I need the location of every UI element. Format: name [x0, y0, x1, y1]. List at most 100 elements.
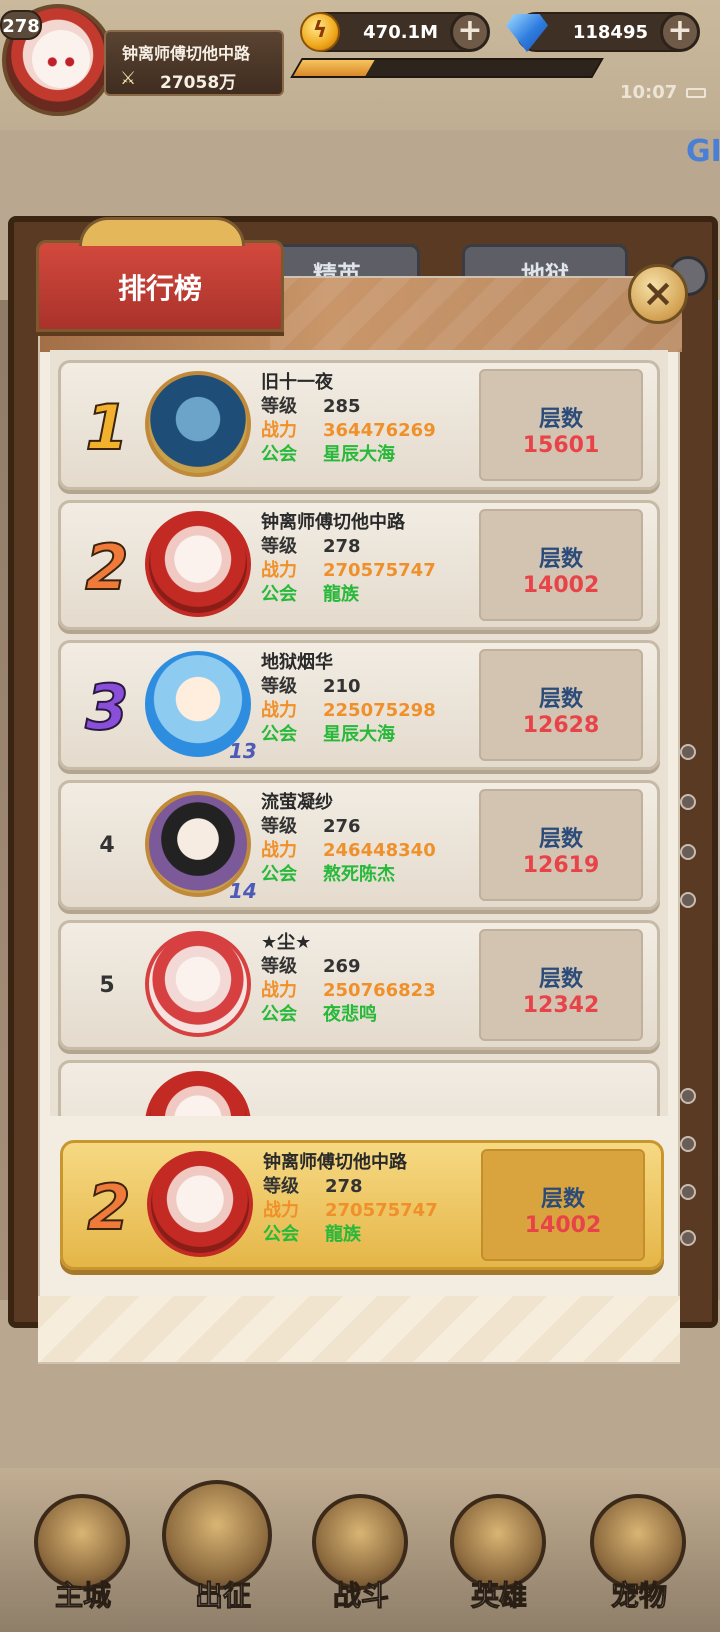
- crossed-swords-icon: ⚔: [120, 68, 137, 89]
- player-avatar[interactable]: [145, 511, 251, 617]
- score-box: 层数 12619: [479, 789, 643, 901]
- score-label: 层数: [538, 547, 583, 572]
- close-button[interactable]: ×: [628, 264, 688, 324]
- diamond-icon: [506, 14, 548, 52]
- rivet: [680, 1230, 696, 1246]
- panel-footer: [38, 1296, 680, 1362]
- guild-label: 公会: [261, 724, 297, 745]
- power-value: 250766823: [323, 980, 436, 1001]
- nav-expedition[interactable]: 出征: [162, 1480, 278, 1624]
- guild-label: 公会: [261, 444, 297, 465]
- player-avatar[interactable]: [145, 1071, 251, 1116]
- rivet: [680, 1136, 696, 1152]
- player-info: 钟离师傅切他中路 等级 278 战力 270575747 公会 龍族: [261, 511, 436, 607]
- nav-battle[interactable]: 战斗: [306, 1494, 416, 1624]
- ranking-row[interactable]: 5 ★尘★ 等级 269 战力 250766823 公会 夜悲鸣 层数 12342: [58, 920, 660, 1050]
- my-rank-row[interactable]: 2 钟离师傅切他中路 等级 278 战力 270575747 公会 龍族 层数 140…: [60, 1140, 664, 1270]
- rank-number: 4: [99, 833, 115, 858]
- my-guild-value: 龍族: [325, 1224, 361, 1245]
- guild-value: 星辰大海: [323, 724, 395, 745]
- player-name: 流萤凝纱: [261, 792, 333, 813]
- player-name: 钟离师傅切他中路: [122, 44, 251, 63]
- ranking-list[interactable]: 1 旧十一夜 等级 285 战力 364476269 公会 星辰大海 层数 15601…: [50, 350, 668, 1116]
- score-box: 层数 12342: [479, 929, 643, 1041]
- nav-heroes-label: 英雄: [470, 1579, 527, 1613]
- score-value: 12342: [522, 993, 600, 1018]
- my-name: 钟离师傅切他中路: [263, 1152, 407, 1173]
- my-avatar[interactable]: [147, 1151, 253, 1257]
- player-power: 27058万: [160, 73, 237, 93]
- player-info: 旧十一夜 等级 285 战力 364476269 公会 星辰大海: [261, 371, 436, 467]
- nav-battle-label: 战斗: [332, 1579, 389, 1613]
- bottom-nav: 主城 出征 战斗 英雄 宠物: [0, 1468, 720, 1632]
- corner-text: GI: [686, 134, 720, 169]
- score-box: 层数 15601: [479, 369, 643, 481]
- rivet: [680, 1088, 696, 1104]
- my-level-value: 278: [325, 1176, 363, 1197]
- experience-bar: [290, 58, 604, 78]
- my-rank-number: 2: [86, 1170, 131, 1245]
- title-ribbon: 排行榜: [36, 217, 284, 332]
- player-info: ★尘★ 等级 269 战力 250766823 公会 夜悲鸣: [261, 931, 436, 1027]
- rivet: [680, 892, 696, 908]
- ranking-row[interactable]: 2 钟离师傅切他中路 等级 278 战力 270575747 公会 龍族 层数 140…: [58, 500, 660, 630]
- rank-number: 2: [84, 530, 129, 605]
- player-name: ★尘★: [261, 932, 312, 953]
- battery-icon: [686, 88, 706, 98]
- ranking-row[interactable]: 4 14 流萤凝纱 等级 276 战力 246448340 公会 熬死陈杰 层数 12…: [58, 780, 660, 910]
- guild-label: 公会: [261, 1004, 297, 1025]
- ranking-row-partial[interactable]: [58, 1060, 660, 1116]
- clock: 10:07: [620, 82, 678, 103]
- score-value: 12628: [522, 713, 600, 738]
- player-info: 地狱烟华 等级 210 战力 225075298 公会 星辰大海: [261, 651, 436, 747]
- experience-fill: [293, 60, 375, 76]
- score-label: 层数: [538, 407, 583, 432]
- level-value: 210: [323, 676, 361, 697]
- guild-label: 公会: [261, 864, 297, 885]
- player-name: 钟离师傅切他中路: [261, 512, 405, 533]
- player-name: 地狱烟华: [261, 652, 333, 673]
- player-info-plate[interactable]: 钟离师傅切他中路 ⚔ 27058万: [104, 30, 284, 96]
- gold-counter: ϟ 470.1M +: [300, 12, 490, 52]
- add-gems-button[interactable]: +: [660, 12, 700, 52]
- player-avatar[interactable]: [145, 371, 251, 477]
- my-info: 钟离师傅切他中路 等级 278 战力 270575747 公会 龍族: [263, 1151, 438, 1247]
- player-avatar[interactable]: [145, 931, 251, 1037]
- gold-value: 470.1M: [363, 22, 438, 43]
- power-label: 战力: [261, 700, 297, 721]
- level-value: 269: [323, 956, 361, 977]
- nav-heroes[interactable]: 英雄: [444, 1494, 554, 1624]
- guild-value: 夜悲鸣: [323, 1004, 377, 1025]
- avatar-badge: 14: [229, 879, 257, 903]
- level-label: 等级: [261, 816, 297, 837]
- add-gold-button[interactable]: +: [450, 12, 490, 52]
- gem-counter: 118495 +: [506, 12, 700, 52]
- guild-label: 公会: [263, 1224, 299, 1245]
- nav-home[interactable]: 主城: [28, 1494, 138, 1624]
- rivet: [680, 1184, 696, 1200]
- level-value: 276: [323, 816, 361, 837]
- rank-number: 5: [99, 973, 115, 998]
- power-label: 战力: [261, 980, 297, 1001]
- player-level-badge: 278: [0, 10, 42, 40]
- level-value: 285: [323, 396, 361, 417]
- gem-value: 118495: [572, 22, 648, 43]
- power-label: 战力: [261, 840, 297, 861]
- nav-pets-label: 宠物: [610, 1579, 667, 1613]
- nav-home-label: 主城: [54, 1579, 111, 1613]
- player-name: 旧十一夜: [261, 372, 333, 393]
- power-value: 270575747: [323, 560, 436, 581]
- level-label: 等级: [261, 676, 297, 697]
- rivet: [680, 844, 696, 860]
- power-label: 战力: [261, 420, 297, 441]
- level-label: 等级: [261, 396, 297, 417]
- score-label: 层数: [540, 1187, 585, 1212]
- ranking-row[interactable]: 1 旧十一夜 等级 285 战力 364476269 公会 星辰大海 层数 15601: [58, 360, 660, 490]
- ranking-row[interactable]: 3 13 地狱烟华 等级 210 战力 225075298 公会 星辰大海 层数 12…: [58, 640, 660, 770]
- score-value: 15601: [522, 433, 600, 458]
- my-score-value: 14002: [524, 1213, 602, 1238]
- power-value: 246448340: [323, 840, 436, 861]
- power-value: 225075298: [323, 700, 436, 721]
- score-box: 层数 12628: [479, 649, 643, 761]
- nav-pets[interactable]: 宠物: [584, 1494, 694, 1624]
